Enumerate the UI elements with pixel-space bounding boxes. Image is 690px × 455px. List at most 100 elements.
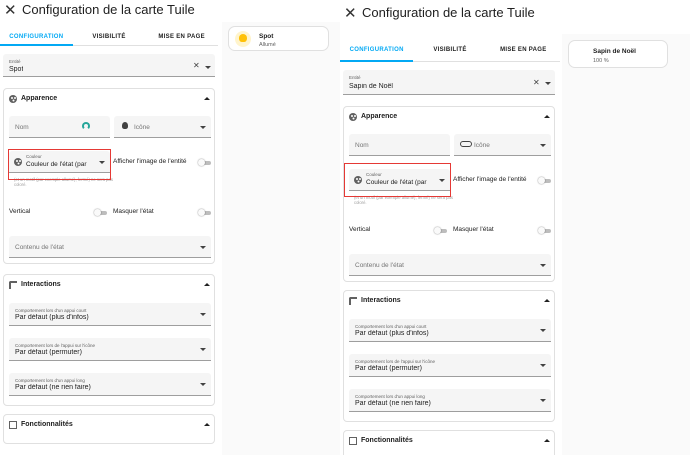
preview-entity-name: Spot bbox=[259, 33, 274, 40]
chevron-up-icon[interactable] bbox=[204, 423, 210, 426]
chevron-down-icon[interactable] bbox=[200, 348, 206, 351]
chevron-up-icon[interactable] bbox=[204, 283, 210, 286]
tab-layout[interactable]: MISE EN PAGE bbox=[145, 27, 218, 45]
dialog-title: Configuration de la carte Tuile bbox=[22, 2, 195, 17]
chevron-down-icon[interactable] bbox=[545, 82, 551, 85]
string-lights-icon bbox=[460, 141, 472, 147]
icon-picker[interactable]: Icône bbox=[114, 116, 211, 138]
appearance-title: Apparence bbox=[21, 95, 58, 102]
vertical-toggle[interactable] bbox=[94, 209, 108, 216]
chevron-up-icon[interactable] bbox=[544, 439, 550, 442]
chevron-up-icon[interactable] bbox=[204, 97, 210, 100]
interactions-section: Interactions Comportement lors d'un appu… bbox=[3, 274, 215, 406]
vertical-label: Vertical bbox=[9, 208, 31, 215]
name-field[interactable]: Nom bbox=[9, 116, 110, 138]
icon-tap-action-select[interactable]: Comportement lors de l'appui sur l'icône… bbox=[349, 354, 551, 377]
entity-select[interactable]: Entité Sapin de Noël ✕ bbox=[343, 70, 555, 95]
vertical-toggle[interactable] bbox=[434, 227, 448, 234]
tab-layout[interactable]: MISE EN PAGE bbox=[487, 40, 560, 61]
entity-value: Sapin de Noël bbox=[349, 83, 393, 90]
features-title: Fonctionnalités bbox=[21, 421, 73, 428]
tile-card-preview[interactable]: Spot Allumé bbox=[228, 26, 329, 51]
features-section: Fonctionnalités bbox=[343, 430, 555, 455]
hide-state-toggle[interactable] bbox=[198, 209, 212, 216]
chevron-down-icon[interactable] bbox=[540, 329, 546, 332]
state-content-select[interactable]: Contenu de l'état bbox=[349, 254, 551, 276]
icon-tap-action-label: Comportement lors de l'appui sur l'icône bbox=[15, 343, 96, 348]
preview-entity-state: Allumé bbox=[259, 42, 276, 48]
lightbulb-icon bbox=[122, 122, 128, 129]
hide-state-label: Masquer l'état bbox=[113, 208, 154, 215]
appearance-title: Apparence bbox=[361, 113, 398, 120]
preview-area: Sapin de Noël 100 % bbox=[562, 34, 690, 455]
tap-action-value: Par défaut (plus d'infos) bbox=[355, 330, 429, 337]
clear-icon[interactable]: ✕ bbox=[193, 62, 200, 70]
hide-state-toggle[interactable] bbox=[538, 227, 552, 234]
entity-label: Entité bbox=[9, 59, 21, 64]
tab-configuration[interactable]: CONFIGURATION bbox=[340, 40, 414, 62]
chevron-down-icon[interactable] bbox=[540, 264, 546, 267]
highlight-box bbox=[344, 163, 451, 197]
list-icon bbox=[349, 437, 357, 445]
clear-icon[interactable]: ✕ bbox=[533, 79, 540, 87]
icon-tap-action-select[interactable]: Comportement lors de l'appui sur l'icône… bbox=[9, 338, 211, 361]
dialog-header: ✕ Configuration de la carte Tuile bbox=[340, 0, 690, 26]
close-icon[interactable]: ✕ bbox=[344, 6, 357, 21]
hold-action-value: Par défaut (ne rien faire) bbox=[15, 384, 91, 391]
chevron-down-icon[interactable] bbox=[540, 399, 546, 402]
preview-entity-state: 100 % bbox=[593, 58, 609, 64]
hold-action-select[interactable]: Comportement lors d'un appui long Par dé… bbox=[349, 389, 551, 412]
icon-tap-action-value: Par défaut (permuter) bbox=[355, 365, 422, 372]
interactions-title: Interactions bbox=[21, 281, 61, 288]
touch-icon bbox=[349, 297, 357, 305]
tap-action-label: Comportement lors d'un appui court bbox=[15, 308, 87, 313]
preview-entity-name: Sapin de Noël bbox=[593, 48, 636, 55]
hold-action-select[interactable]: Comportement lors d'un appui long Par dé… bbox=[9, 373, 211, 396]
tap-action-select[interactable]: Comportement lors d'un appui court Par d… bbox=[349, 319, 551, 342]
lightbulb-icon bbox=[235, 31, 251, 47]
tile-card-preview[interactable]: Sapin de Noël 100 % bbox=[568, 40, 668, 68]
icon-placeholder: Icône bbox=[134, 124, 150, 131]
highlight-box bbox=[8, 149, 111, 180]
hold-action-value: Par défaut (ne rien faire) bbox=[355, 400, 431, 407]
icon-tap-action-value: Par défaut (permuter) bbox=[15, 349, 82, 356]
chevron-up-icon[interactable] bbox=[544, 115, 550, 118]
entity-value: Spot bbox=[9, 66, 24, 73]
tap-action-value: Par défaut (plus d'infos) bbox=[15, 314, 89, 321]
list-icon bbox=[9, 421, 17, 429]
state-content-placeholder: Contenu de l'état bbox=[15, 244, 64, 251]
tab-configuration[interactable]: CONFIGURATION bbox=[0, 27, 73, 46]
close-icon[interactable]: ✕ bbox=[4, 3, 17, 18]
chevron-down-icon[interactable] bbox=[205, 66, 211, 69]
cursor-icon bbox=[82, 122, 90, 130]
chevron-down-icon[interactable] bbox=[540, 144, 546, 147]
right-dialog: ✕ Configuration de la carte Tuile CONFIG… bbox=[340, 0, 690, 455]
icon-placeholder: Icône bbox=[474, 142, 490, 149]
tab-visibility[interactable]: VISIBILITÉ bbox=[413, 40, 486, 61]
chevron-down-icon[interactable] bbox=[200, 246, 206, 249]
chevron-down-icon[interactable] bbox=[200, 126, 206, 129]
icon-picker[interactable]: Icône bbox=[454, 134, 551, 156]
chevron-down-icon[interactable] bbox=[540, 364, 546, 367]
tab-visibility[interactable]: VISIBILITÉ bbox=[73, 27, 146, 45]
hold-action-label: Comportement lors d'un appui long bbox=[355, 394, 425, 399]
state-content-select[interactable]: Contenu de l'état bbox=[9, 236, 211, 258]
tap-action-select[interactable]: Comportement lors d'un appui court Par d… bbox=[9, 303, 211, 326]
show-image-toggle[interactable] bbox=[538, 177, 552, 184]
interactions-title: Interactions bbox=[361, 297, 401, 304]
show-image-label: Afficher l'image de l'entité bbox=[113, 158, 187, 165]
entity-select[interactable]: Entité Spot ✕ bbox=[3, 54, 215, 77]
touch-icon bbox=[9, 281, 17, 289]
vertical-label: Vertical bbox=[349, 226, 371, 233]
tap-action-label: Comportement lors d'un appui court bbox=[355, 324, 427, 329]
entity-label: Entité bbox=[349, 75, 361, 80]
show-image-toggle[interactable] bbox=[198, 159, 212, 166]
features-title: Fonctionnalités bbox=[361, 437, 413, 444]
name-field[interactable]: Nom bbox=[349, 134, 450, 156]
chevron-down-icon[interactable] bbox=[200, 313, 206, 316]
name-placeholder: Nom bbox=[15, 124, 29, 131]
chevron-up-icon[interactable] bbox=[544, 299, 550, 302]
chevron-down-icon[interactable] bbox=[200, 383, 206, 386]
icon-tap-action-label: Comportement lors de l'appui sur l'icône bbox=[355, 359, 436, 364]
palette-icon bbox=[349, 113, 357, 121]
